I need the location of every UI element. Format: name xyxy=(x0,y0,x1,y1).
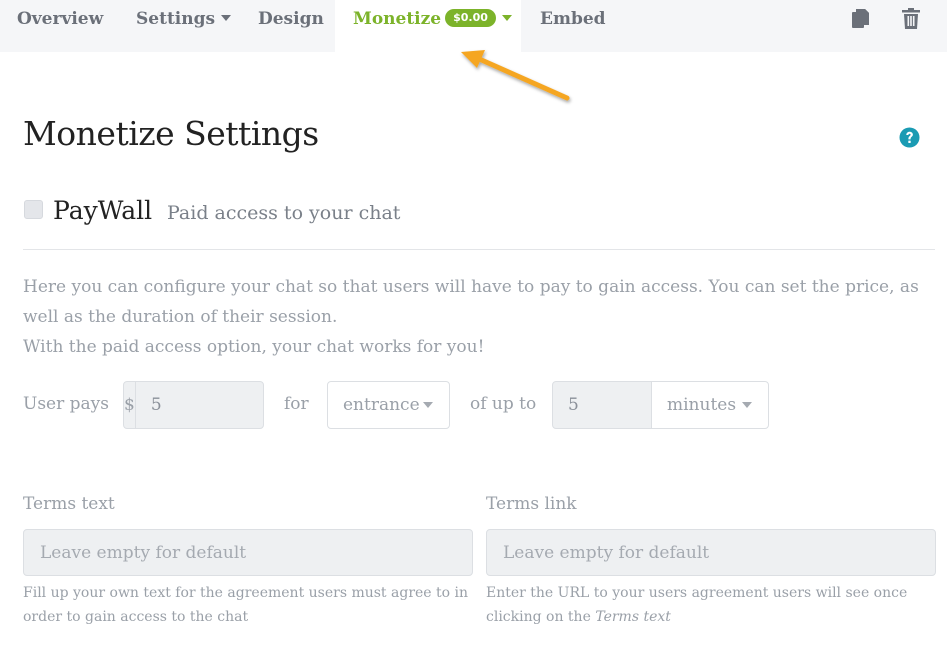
paywall-title: PayWall xyxy=(53,196,153,225)
access-type-select[interactable]: entrance xyxy=(327,381,450,429)
terms-link-hint: Enter the URL to your users agreement us… xyxy=(486,581,936,629)
copy-icon[interactable] xyxy=(851,8,871,30)
tab-settings[interactable]: Settings xyxy=(136,0,232,52)
paywall-description: Here you can configure your chat so that… xyxy=(23,272,923,362)
tab-design[interactable]: Design xyxy=(258,0,324,52)
terms-link-hint-emphasis: Terms text xyxy=(595,609,671,625)
tab-embed-label: Embed xyxy=(540,9,606,29)
help-circle-icon[interactable] xyxy=(899,127,920,148)
terms-link-hint-text: Enter the URL to your users agreement us… xyxy=(486,585,908,625)
chevron-down-icon xyxy=(742,402,752,408)
tab-monetize[interactable]: Monetize $0.00 xyxy=(335,0,521,52)
tab-settings-label: Settings xyxy=(136,9,216,29)
terms-link-input[interactable] xyxy=(486,529,936,576)
terms-text-hint: Fill up your own text for the agreement … xyxy=(23,585,469,625)
duration-unit-select[interactable]: minutes xyxy=(651,381,769,429)
tab-embed[interactable]: Embed xyxy=(540,0,606,52)
duration-input[interactable] xyxy=(552,381,652,429)
for-label: for xyxy=(284,394,309,414)
chevron-down-icon xyxy=(221,14,232,21)
description-line-2: With the paid access option, your chat w… xyxy=(23,337,485,357)
access-type-value: entrance xyxy=(343,395,420,415)
divider xyxy=(23,249,935,250)
terms-text-input[interactable] xyxy=(23,529,473,576)
page-title: Monetize Settings xyxy=(23,114,319,153)
tab-bar: Overview Settings Design Monetize $0.00 E… xyxy=(0,0,947,52)
paywall-subtitle: Paid access to your chat xyxy=(167,202,401,224)
callout-arrow-icon xyxy=(461,50,570,101)
paywall-checkbox[interactable] xyxy=(24,200,43,219)
duration-unit-value: minutes xyxy=(667,395,737,415)
currency-addon: $ xyxy=(124,382,136,428)
balance-badge: $0.00 xyxy=(445,9,496,27)
terms-link-label: Terms link xyxy=(486,494,577,514)
tab-overview-label: Overview xyxy=(17,9,104,29)
tab-design-label: Design xyxy=(258,9,324,29)
of-up-to-label: of up to xyxy=(470,394,537,414)
user-pays-label: User pays xyxy=(23,394,109,414)
price-input-group: $ xyxy=(123,381,371,429)
terms-text-label: Terms text xyxy=(23,494,115,514)
description-line-1: Here you can configure your chat so that… xyxy=(23,277,919,327)
tab-overview[interactable]: Overview xyxy=(17,0,103,52)
chevron-down-icon xyxy=(423,402,433,408)
trash-icon[interactable] xyxy=(902,8,920,29)
chevron-down-icon xyxy=(501,14,512,21)
tab-monetize-label: Monetize xyxy=(353,9,442,29)
